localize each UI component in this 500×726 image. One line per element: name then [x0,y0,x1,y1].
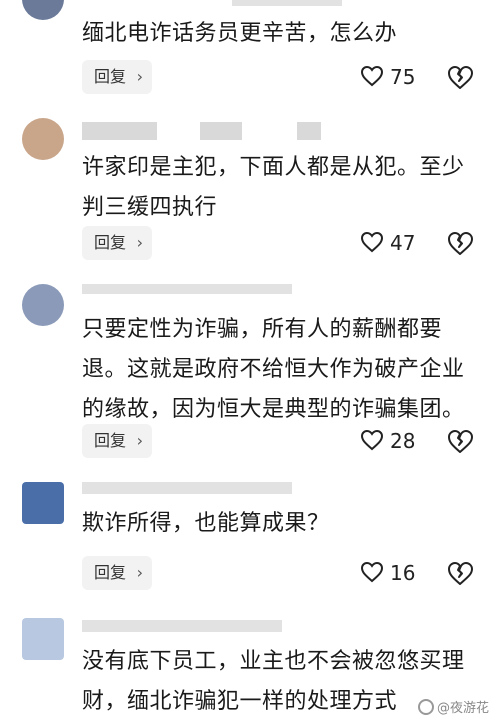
comment-text: 欺诈所得，也能算成果？ [82,511,330,536]
like-count: 28 [390,429,416,453]
comment-text: 只要定性为诈骗，所有人的薪酬都要退。这就是政府不给恒大作为破产企业的缘故，因为恒… [82,317,465,422]
reply-label: 回复 [94,233,127,252]
heart-outline-icon [360,65,384,87]
reply-button[interactable]: 回复 › [82,60,152,94]
avatar[interactable] [22,118,64,160]
heart-outline-icon [360,231,384,253]
reply-button[interactable]: 回复 › [82,424,152,458]
broken-heart-icon[interactable] [446,427,474,455]
heart-outline-icon [360,429,384,451]
like-count: 16 [390,561,416,585]
broken-heart-icon[interactable] [446,63,474,91]
like-button[interactable]: 47 [360,226,420,260]
like-button[interactable]: 16 [360,556,420,590]
avatar[interactable] [22,618,64,660]
broken-heart-icon[interactable] [446,229,474,257]
reply-label: 回复 [94,67,127,86]
like-button[interactable]: 75 [360,60,420,94]
watermark-text: @夜游花 [437,701,490,716]
avatar[interactable] [22,482,64,524]
like-count: 75 [390,65,416,89]
reply-button[interactable]: 回复 › [82,226,152,260]
watermark: @夜游花 [418,697,489,716]
chevron-right-icon: › [136,233,143,252]
comment-text: 许家印是主犯，下面人都是从犯。至少判三缓四执行 [82,155,465,220]
avatar[interactable] [22,284,64,326]
broken-heart-icon[interactable] [446,559,474,587]
like-button[interactable]: 28 [360,424,420,458]
heart-outline-icon [360,561,384,583]
avatar[interactable] [22,0,64,20]
chevron-right-icon: › [136,563,143,582]
reply-button[interactable]: 回复 › [82,556,152,590]
like-count: 47 [390,231,416,255]
chevron-right-icon: › [136,67,143,86]
reply-label: 回复 [94,563,127,582]
reply-label: 回复 [94,431,127,450]
watermark-logo-icon [418,699,434,715]
comment-text: 缅北电诈话务员更辛苦，怎么办 [82,21,398,46]
chevron-right-icon: › [136,431,143,450]
